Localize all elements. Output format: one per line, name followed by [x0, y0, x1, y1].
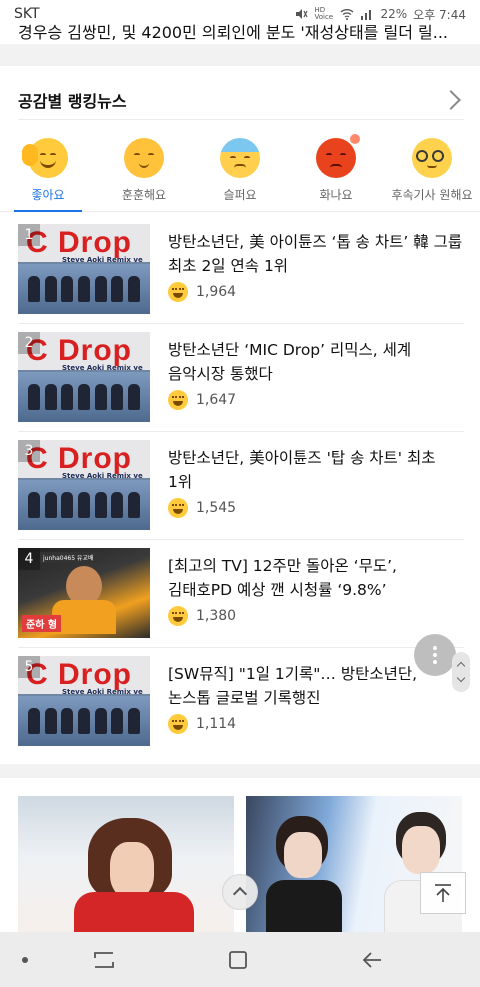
- battery-percent: 22%: [380, 7, 408, 21]
- wifi-icon: [341, 9, 354, 20]
- sad-face-icon: [220, 138, 260, 178]
- like-face-icon: [168, 282, 188, 302]
- news-title[interactable]: 방탄소년단, 美 아이튠즈 ‘톱 송 차트’ 韓 그룹 최초 2일 연속 1위: [168, 230, 464, 278]
- tab-label: 훈훈해요: [121, 188, 167, 202]
- chevron-up-icon: [456, 661, 466, 671]
- recent-apps-button[interactable]: [84, 932, 124, 987]
- dot-icon: [433, 660, 437, 664]
- news-list: 1 C Drop Steve Aoki Remix ve 방탄소년단, 美 아이…: [0, 216, 480, 756]
- more-options-button[interactable]: [414, 634, 456, 676]
- news-thumbnail[interactable]: 2 C Drop Steve Aoki Remix ve: [18, 332, 150, 422]
- follow-up-face-icon: [412, 138, 452, 178]
- rank-badge: 3: [18, 440, 40, 462]
- warm-face-icon: [124, 138, 164, 178]
- tab-warm[interactable]: 훈훈해요: [96, 132, 192, 211]
- count-value: 1,647: [196, 392, 237, 408]
- reaction-count: 1,647: [168, 390, 236, 410]
- like-face-icon: [168, 498, 188, 518]
- news-item[interactable]: 4 junha0465 유교배 준하 형 [최고의 TV] 12주만 돌아온 ‘…: [18, 540, 464, 648]
- news-title[interactable]: 방탄소년단, 美아이튠즈 '탑 송 차트' 최초 1위: [168, 446, 464, 494]
- arrow-up-to-top-icon: [435, 884, 451, 902]
- recent-apps-icon: [94, 951, 114, 968]
- signal-icon: [361, 10, 372, 20]
- volte-label: HD Voice: [314, 6, 334, 21]
- news-item[interactable]: 5 C Drop Steve Aoki Remix ve [SW뮤직] "1일 …: [18, 648, 464, 756]
- clock: 오후 7:44: [413, 7, 466, 22]
- page: SKT HD Voice 22% 오후 7:44 경우승 김쌍민, 및 4200…: [0, 0, 480, 987]
- news-thumbnail[interactable]: 1 C Drop Steve Aoki Remix ve: [18, 224, 150, 314]
- home-button[interactable]: [218, 932, 258, 987]
- tab-follow-up[interactable]: 후속기사 원해요: [384, 132, 480, 211]
- dot-icon: [433, 646, 437, 650]
- carrier-label: SKT: [14, 6, 40, 22]
- like-face-icon: [22, 138, 68, 178]
- thumbnail-logo-text: C Drop: [26, 334, 132, 367]
- news-item[interactable]: 3 C Drop Steve Aoki Remix ve 방탄소년단, 美아이튠…: [18, 432, 464, 540]
- chevron-up-icon: [232, 886, 248, 902]
- rank-badge: 5: [18, 656, 40, 678]
- rank-badge: 2: [18, 332, 40, 354]
- tab-label: 좋아요: [31, 188, 65, 202]
- status-icons: HD Voice 22% 오후 7:44: [294, 6, 466, 23]
- thumbnail-sub-text: Steve Aoki Remix ve: [62, 472, 143, 480]
- section-header[interactable]: 공감별 랭킹뉴스: [18, 80, 464, 120]
- mute-icon: [296, 9, 309, 19]
- count-value: 1,114: [196, 716, 237, 732]
- scroll-up-button[interactable]: [222, 874, 258, 910]
- news-thumbnail[interactable]: 5 C Drop Steve Aoki Remix ve: [18, 656, 150, 746]
- tab-angry[interactable]: 화나요: [288, 132, 384, 211]
- reaction-count: 1,380: [168, 606, 236, 626]
- thumbnail-sub-text: Steve Aoki Remix ve: [62, 364, 143, 372]
- scroll-to-top-button[interactable]: [420, 872, 466, 914]
- thumbnail-logo-text: C Drop: [26, 226, 132, 259]
- angry-face-icon: [316, 134, 360, 178]
- thumbnail-top-caption: junha0465 유교배: [40, 552, 97, 563]
- rank-badge: 4: [18, 548, 40, 570]
- reaction-count: 1,964: [168, 282, 236, 302]
- scroll-handle[interactable]: [452, 652, 470, 692]
- like-face-icon: [168, 606, 188, 626]
- chevron-down-icon: [456, 673, 466, 683]
- home-square-icon: [229, 950, 247, 969]
- news-title[interactable]: [최고의 TV] 12주만 돌아온 ‘무도’, 김태호PD 예상 깬 시청률 ‘…: [168, 554, 464, 602]
- thumbnail-sub-text: Steve Aoki Remix ve: [62, 256, 143, 264]
- tab-sad[interactable]: 슬퍼요: [192, 132, 288, 211]
- thumbnail-logo-text: C Drop: [26, 658, 132, 691]
- tab-label: 슬퍼요: [223, 188, 257, 202]
- news-item[interactable]: 2 C Drop Steve Aoki Remix ve 방탄소년단 ‘MIC …: [18, 324, 464, 432]
- rank-badge: 1: [18, 224, 40, 246]
- previous-headline[interactable]: 경우승 김쌍민, 및 4200민 의뢰인에 분도 '재성상태를 릴더 릴...: [0, 22, 480, 44]
- like-face-icon: [168, 714, 188, 734]
- back-button[interactable]: [352, 932, 392, 987]
- system-nav-bar: [0, 932, 480, 987]
- news-thumbnail[interactable]: 4 junha0465 유교배 준하 형: [18, 548, 150, 638]
- dot-icon: [433, 653, 437, 657]
- tab-like[interactable]: 좋아요: [0, 132, 96, 212]
- back-arrow-icon: [362, 951, 381, 968]
- dot-icon: [22, 956, 28, 963]
- count-value: 1,964: [196, 284, 237, 300]
- news-title[interactable]: 방탄소년단 ‘MIC Drop’ 리믹스, 세계 음악시장 통했다: [168, 338, 464, 386]
- emotion-tabs: 좋아요 훈훈해요 슬퍼요 화나요 후속기사 원해요: [0, 132, 480, 212]
- chevron-right-icon[interactable]: [441, 89, 461, 110]
- thumbnail-sub-text: Steve Aoki Remix ve: [62, 688, 143, 696]
- section-title: 공감별 랭킹뉴스: [18, 91, 127, 111]
- ranking-news-card: 공감별 랭킹뉴스 좋아요 훈훈해요 슬퍼요 화나요 후속기사 원해요 1 C D…: [0, 66, 480, 764]
- count-value: 1,380: [196, 608, 237, 624]
- nav-dot-button[interactable]: [10, 932, 40, 987]
- news-thumbnail[interactable]: 3 C Drop Steve Aoki Remix ve: [18, 440, 150, 530]
- like-face-icon: [168, 390, 188, 410]
- thumbnail-logo-text: C Drop: [26, 442, 132, 475]
- photo-thumbnail[interactable]: [18, 796, 234, 932]
- tab-label: 화나요: [319, 188, 353, 202]
- news-item[interactable]: 1 C Drop Steve Aoki Remix ve 방탄소년단, 美 아이…: [18, 216, 464, 324]
- reaction-count: 1,114: [168, 714, 236, 734]
- tab-label: 후속기사 원해요: [391, 188, 473, 202]
- thumbnail-caption: 준하 형: [22, 615, 62, 632]
- reaction-count: 1,545: [168, 498, 236, 518]
- count-value: 1,545: [196, 500, 237, 516]
